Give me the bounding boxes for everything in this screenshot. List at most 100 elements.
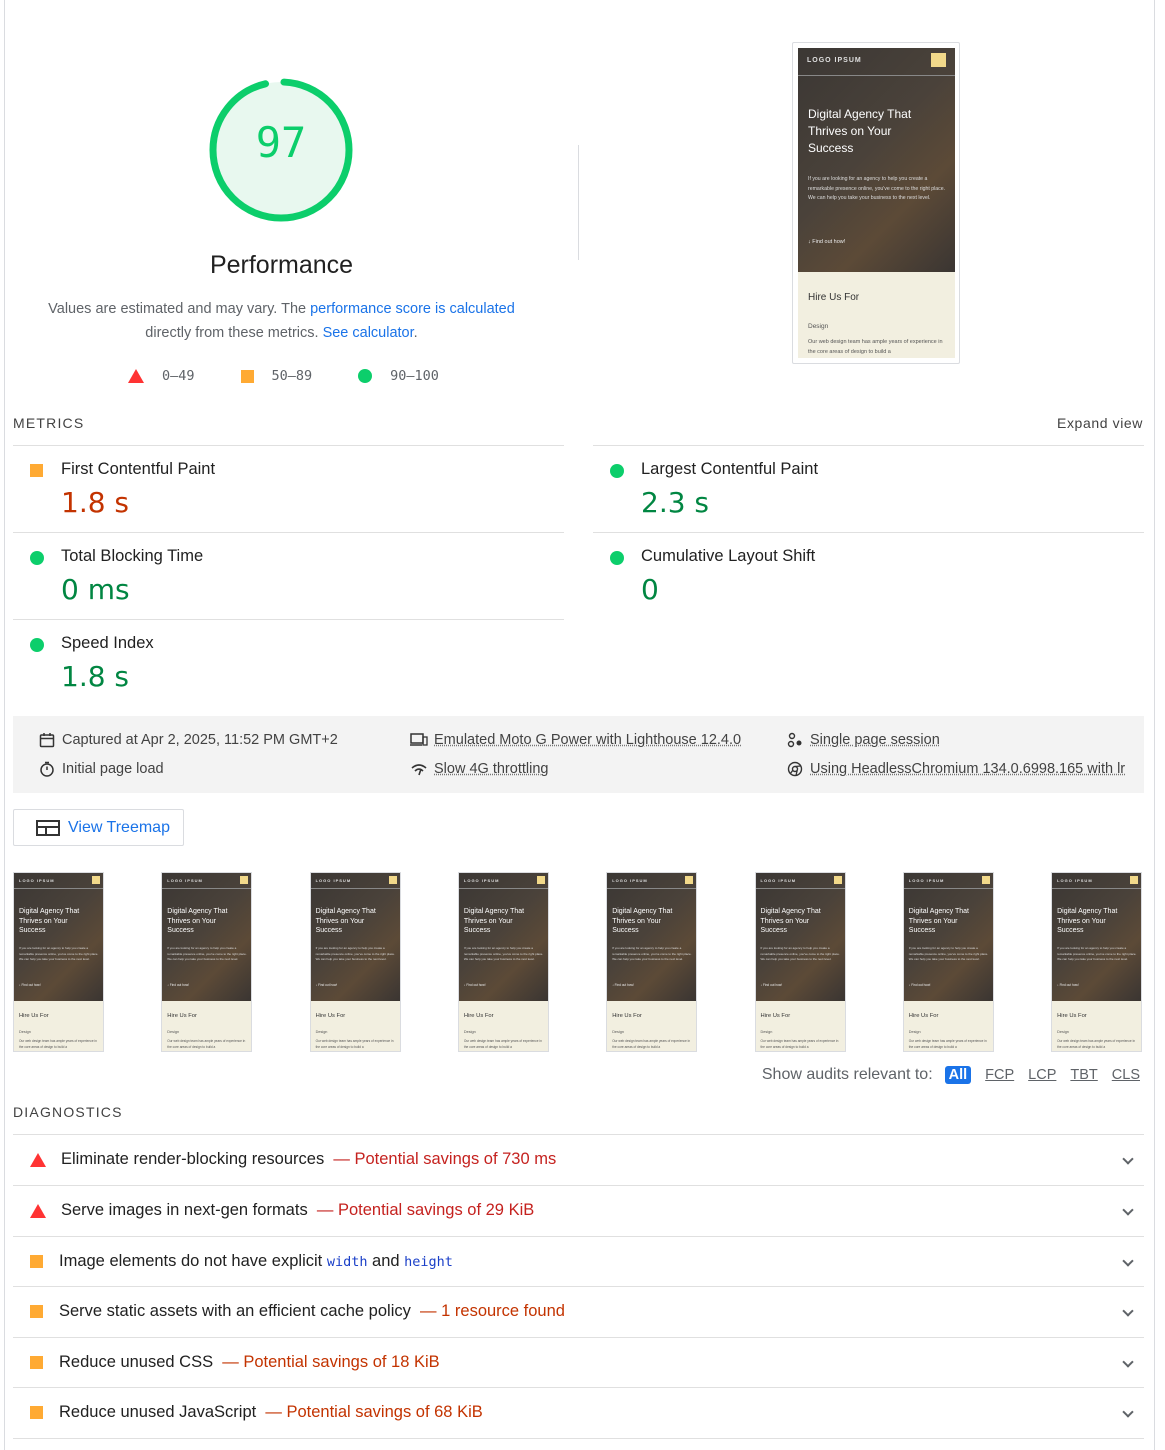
filmstrip-part: Our web design team has ample years of e… bbox=[1057, 1039, 1136, 1049]
chevron-down-icon[interactable] bbox=[1122, 1204, 1134, 1216]
filmstrip-part: LOGO IPSUM bbox=[1057, 878, 1093, 883]
filter-chip-cls[interactable]: CLS bbox=[1112, 1067, 1140, 1083]
screenshot-design-text: Our web design team has ample years of e… bbox=[808, 339, 943, 355]
screenshot-cta: ↓ Find out how! bbox=[808, 239, 846, 245]
square-icon bbox=[30, 464, 43, 477]
filmstrip-part: Hire Us For bbox=[463, 1013, 494, 1019]
screenshot-header-line bbox=[798, 75, 955, 76]
metric-fcp: First Contentful Paint 1.8 s bbox=[13, 445, 564, 532]
triangle-icon bbox=[30, 1153, 46, 1167]
triangle-icon bbox=[128, 369, 144, 383]
filmstrip-part: Digital Agency That Thrives on Your Succ… bbox=[1057, 908, 1118, 935]
metric-name: Cumulative Layout Shift bbox=[641, 547, 816, 565]
filter-chip-tbt[interactable]: TBT bbox=[1070, 1067, 1097, 1083]
metric-cls: Cumulative Layout Shift 0 bbox=[593, 532, 1144, 619]
filmstrip-part bbox=[162, 873, 252, 1001]
filmstrip-part: Hire Us For bbox=[167, 1013, 197, 1019]
filter-chip-fcp[interactable]: FCP bbox=[985, 1067, 1014, 1083]
filmstrip-part: Hire Us For bbox=[315, 1013, 346, 1019]
chevron-down-icon[interactable] bbox=[1122, 1406, 1134, 1418]
filmstrip-part: Digital Agency That Thrives on Your Succ… bbox=[612, 908, 673, 935]
metric-value: 0 bbox=[641, 573, 659, 606]
filmstrip-part: If you are looking for an agency to help… bbox=[463, 946, 544, 961]
filter-chip-lcp[interactable]: LCP bbox=[1028, 1067, 1056, 1083]
audit-next-gen-images[interactable]: Serve images in next-gen formats — Poten… bbox=[13, 1185, 1144, 1236]
filmstrip-part bbox=[310, 873, 400, 1001]
metric-name: Speed Index bbox=[61, 634, 154, 652]
filmstrip-part bbox=[1052, 888, 1142, 889]
chevron-down-icon[interactable] bbox=[1122, 1356, 1134, 1368]
filmstrip-frame: LOGO IPSUM Digital Agency That Thrives on… bbox=[161, 872, 253, 1052]
filmstrip-part: ↓ Find out how! bbox=[908, 983, 931, 987]
info-device[interactable]: Emulated Moto G Power with Lighthouse 12… bbox=[410, 731, 741, 749]
filmstrip-part bbox=[458, 873, 548, 1001]
filter-chip-all[interactable]: All bbox=[944, 1066, 972, 1084]
filmstrip-part bbox=[903, 888, 993, 889]
vertical-divider bbox=[578, 145, 579, 260]
filmstrip-part: If you are looking for an agency to help… bbox=[167, 946, 247, 961]
audit-unused-css[interactable]: Reduce unused CSS — Potential savings of… bbox=[13, 1337, 1144, 1388]
audit-unused-js[interactable]: Reduce unused JavaScript — Potential sav… bbox=[13, 1387, 1144, 1438]
menu-icon bbox=[931, 53, 946, 67]
audit-render-blocking[interactable]: Eliminate render-blocking resources — Po… bbox=[13, 1134, 1144, 1185]
final-screenshot-frame[interactable]: LOGO IPSUM Digital Agency That Thrives o… bbox=[792, 42, 960, 364]
filmstrip-frame: LOGO IPSUM Digital Agency That Thrives on… bbox=[309, 872, 401, 1052]
diagnostics-label: DIAGNOSTICS bbox=[13, 1104, 123, 1120]
filmstrip-part: Digital Agency That Thrives on Your Succ… bbox=[167, 908, 228, 935]
chevron-down-icon[interactable] bbox=[1122, 1305, 1134, 1317]
treemap-icon bbox=[36, 819, 60, 836]
view-treemap-button[interactable]: View Treemap bbox=[13, 809, 184, 846]
filmstrip-part: Design bbox=[315, 1030, 328, 1034]
filmstrip-part: If you are looking for an agency to help… bbox=[19, 946, 99, 961]
circle-icon bbox=[358, 369, 373, 383]
square-icon bbox=[240, 369, 254, 383]
runtime-info: Captured at Apr 2, 2025, 11:52 PM GMT+2 … bbox=[13, 716, 1144, 793]
filmstrip-part: If you are looking for an agency to help… bbox=[612, 946, 692, 961]
filmstrip-frame: LOGO IPSUM Digital Agency That Thrives on… bbox=[13, 872, 104, 1052]
screenshot-design: Design bbox=[808, 323, 829, 330]
filmstrip-part bbox=[14, 888, 103, 889]
audit-image-dimensions[interactable]: Image elements do not have explicit widt… bbox=[13, 1236, 1144, 1287]
audit-cache-policy[interactable]: Serve static assets with an efficient ca… bbox=[13, 1286, 1144, 1337]
metric-name: First Contentful Paint bbox=[61, 460, 216, 478]
expand-view-button[interactable]: Expand view bbox=[1057, 415, 1143, 431]
metric-lcp: Largest Contentful Paint 2.3 s bbox=[593, 445, 1144, 532]
metric-tbt: Total Blocking Time 0 ms bbox=[13, 532, 564, 619]
filmstrip-part: Hire Us For bbox=[908, 1013, 939, 1019]
square-icon bbox=[30, 1406, 43, 1419]
filmstrip-part: Hire Us For bbox=[1057, 1013, 1087, 1019]
circle-icon bbox=[610, 464, 624, 478]
filmstrip-part bbox=[240, 876, 249, 884]
calendar-icon bbox=[38, 731, 56, 749]
filmstrip-part: LOGO IPSUM bbox=[315, 878, 352, 883]
metrics-label: METRICS bbox=[13, 415, 85, 431]
see-calculator-link[interactable]: See calculator bbox=[323, 325, 414, 341]
filmstrip-part bbox=[388, 876, 397, 884]
filmstrip-frame: LOGO IPSUM Digital Agency That Thrives on… bbox=[606, 872, 698, 1052]
stopwatch-icon bbox=[38, 760, 56, 778]
filmstrip-part: If you are looking for an agency to help… bbox=[908, 946, 989, 961]
filmstrip-part bbox=[536, 876, 545, 884]
info-throttle[interactable]: Slow 4G throttling bbox=[410, 760, 548, 778]
metric-value: 2.3 s bbox=[641, 486, 710, 519]
info-session[interactable]: Single page session bbox=[786, 731, 940, 749]
filmstrip-part: ↓ Find out how! bbox=[19, 983, 41, 987]
audit-filter: Show audits relevant to: All FCP LCP TBT… bbox=[762, 1066, 1140, 1084]
filmstrip-frame: LOGO IPSUM Digital Agency That Thrives on… bbox=[457, 872, 549, 1052]
chevron-down-icon[interactable] bbox=[1122, 1153, 1134, 1165]
info-browser[interactable]: Using HeadlessChromium 134.0.6998.165 wi… bbox=[786, 760, 1131, 778]
metric-value: 0 ms bbox=[61, 573, 130, 606]
filmstrip-part bbox=[310, 888, 400, 889]
filmstrip-part bbox=[755, 888, 845, 889]
score-calculated-link[interactable]: performance score is calculated bbox=[310, 301, 515, 317]
filmstrip-part: LOGO IPSUM bbox=[908, 878, 945, 883]
metric-si: Speed Index 1.8 s bbox=[13, 619, 564, 706]
performance-description: Values are estimated and may vary. The p… bbox=[48, 301, 515, 341]
legend-item-fail: 0–49 bbox=[128, 368, 195, 384]
filmstrip-part: Design bbox=[612, 1030, 625, 1034]
devices-icon bbox=[410, 731, 428, 749]
filmstrip-part: Hire Us For bbox=[19, 1013, 49, 1019]
screenshot-logo: LOGO IPSUM bbox=[807, 57, 862, 64]
chevron-down-icon[interactable] bbox=[1122, 1255, 1134, 1267]
filmstrip-part: LOGO IPSUM bbox=[612, 878, 648, 883]
